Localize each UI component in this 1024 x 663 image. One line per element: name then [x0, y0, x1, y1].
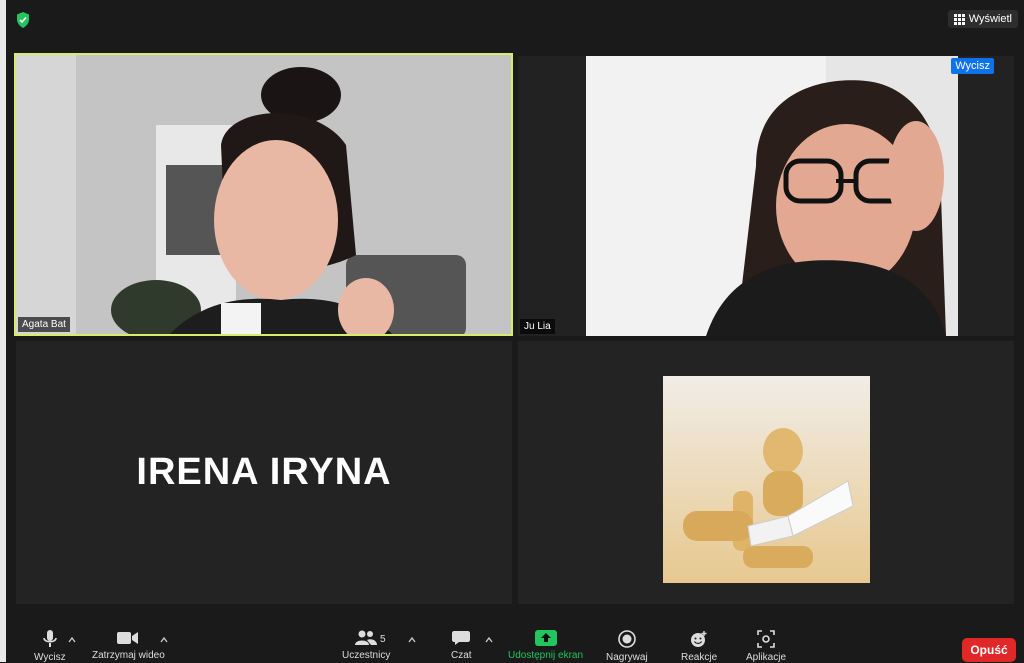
- microphone-icon: [42, 630, 57, 647]
- apps-icon: [757, 630, 775, 648]
- participants-button-label: Uczestnicy: [342, 650, 391, 661]
- stop-video-button-label: Zatrzymaj wideo: [92, 650, 165, 661]
- top-bar: Wyświetl: [6, 0, 1024, 40]
- stop-video-button[interactable]: Zatrzymaj wideo: [92, 630, 165, 661]
- reactions-button[interactable]: Reakcje: [681, 630, 717, 663]
- record-icon: [618, 630, 636, 648]
- participant-name-tag: Ju Lia: [520, 319, 555, 334]
- mute-participant-button[interactable]: Wycisz: [951, 58, 994, 74]
- participants-icon: [355, 630, 378, 645]
- participant-profile-picture: [663, 376, 870, 583]
- view-button[interactable]: Wyświetl: [947, 10, 1018, 28]
- smiley-plus-icon: [691, 631, 707, 647]
- video-tile-participant[interactable]: [518, 341, 1014, 604]
- chat-button-label: Czat: [451, 650, 472, 661]
- participant-display-name: IRENA IRYNA: [136, 451, 392, 493]
- record-button-label: Nagrywaj: [606, 652, 648, 663]
- grid-view-icon: [953, 13, 965, 25]
- encryption-shield-icon[interactable]: [16, 12, 30, 28]
- reactions-button-label: Reakcje: [681, 652, 718, 663]
- mute-button-label: Wycisz: [34, 652, 66, 663]
- mute-button[interactable]: Wycisz: [34, 630, 66, 663]
- participant-name-tag: Agata Bat: [18, 317, 70, 332]
- meeting-toolbar: Wycisz Zatrzymaj wideo Uczestnicy 5 Czat…: [6, 622, 1024, 663]
- agata-video-feed: [16, 55, 511, 334]
- leave-meeting-button[interactable]: Opuść: [962, 638, 1016, 662]
- participants-count: 5: [380, 634, 386, 645]
- chat-bubble-icon: [452, 631, 471, 645]
- video-tile-agata[interactable]: Agata Bat: [14, 53, 513, 336]
- meeting-window: Wyświetl Agata Bat Wycisz Ju Lia IRENA I…: [6, 0, 1024, 663]
- video-tile-irena[interactable]: IRENA IRYNA: [16, 341, 512, 604]
- video-tile-julia[interactable]: Wycisz Ju Lia: [518, 56, 1014, 336]
- apps-button[interactable]: Aplikacje: [746, 630, 786, 663]
- julia-video-feed: [586, 56, 958, 336]
- chevron-up-icon[interactable]: [408, 636, 416, 644]
- chevron-up-icon[interactable]: [485, 636, 493, 644]
- share-screen-icon: [534, 630, 557, 646]
- share-screen-button[interactable]: Udostępnij ekran: [508, 630, 583, 661]
- chevron-up-icon[interactable]: [160, 636, 168, 644]
- view-button-label: Wyświetl: [968, 13, 1012, 25]
- video-camera-icon: [117, 632, 139, 644]
- chat-button[interactable]: Czat: [451, 630, 472, 661]
- chevron-up-icon[interactable]: [68, 636, 76, 644]
- share-screen-button-label: Udostępnij ekran: [508, 650, 584, 661]
- record-button[interactable]: Nagrywaj: [606, 630, 648, 663]
- apps-button-label: Aplikacje: [746, 652, 787, 663]
